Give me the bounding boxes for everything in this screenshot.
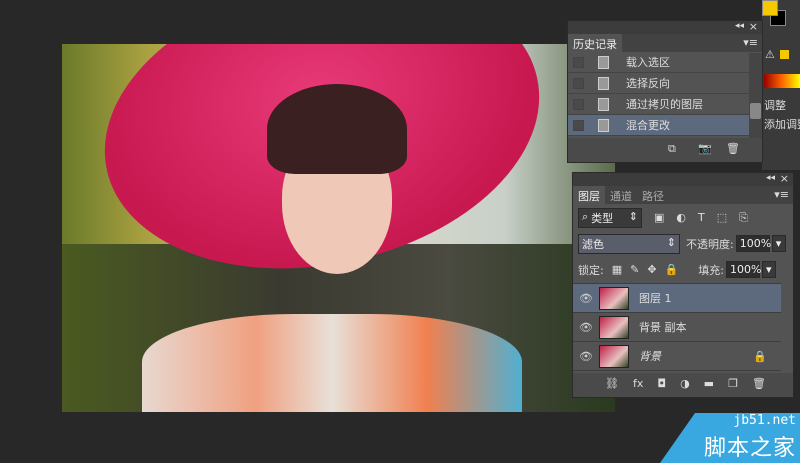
filter-pixel-icon[interactable]: ▣ bbox=[654, 211, 664, 224]
panel-header: ◂◂ × bbox=[573, 172, 793, 186]
warning-icon: ⚠ bbox=[765, 48, 775, 61]
close-icon[interactable]: × bbox=[749, 20, 758, 33]
folder-icon[interactable]: ▬ bbox=[704, 377, 714, 397]
fill-dropdown[interactable]: ▾ bbox=[761, 261, 776, 278]
foreground-color-swatch[interactable] bbox=[762, 0, 778, 16]
lock-all-icon[interactable]: 🔒 bbox=[665, 263, 679, 276]
history-scrollbar[interactable] bbox=[749, 53, 762, 138]
lock-position-icon[interactable]: ✥ bbox=[647, 263, 656, 276]
history-panel: ◂◂ × 历史记录 ▾≡ 载入选区 选择反向 通过拷贝的图层 混合更改 ⧉ 📷 🗑 bbox=[567, 20, 763, 163]
lock-brush-icon[interactable]: ✎ bbox=[630, 263, 639, 276]
eye-icon[interactable]: 👁 bbox=[573, 350, 599, 363]
right-dock: ⚠ 调整 添加调整 bbox=[762, 0, 800, 170]
document-icon bbox=[598, 118, 609, 132]
adjustment-layer-icon[interactable]: ◑ bbox=[680, 377, 690, 397]
color-ramp[interactable] bbox=[764, 74, 800, 88]
fill-label: 填充: bbox=[698, 263, 724, 277]
snapshot-checkbox[interactable] bbox=[573, 98, 584, 110]
link-icon[interactable]: ⛓ bbox=[605, 377, 619, 397]
filter-shape-icon[interactable]: ⬚ bbox=[717, 211, 727, 224]
layer-row[interactable]: 👁 背景 副本 bbox=[573, 313, 781, 342]
snapshot-checkbox[interactable] bbox=[573, 119, 584, 131]
snapshot-checkbox[interactable] bbox=[573, 56, 584, 68]
layer-row[interactable]: 👁 图层 1 bbox=[573, 284, 781, 313]
filter-smart-object-icon[interactable]: ⎘ bbox=[739, 211, 748, 225]
layer-filter-select[interactable]: ⌕ 类型 ⇕ bbox=[578, 207, 642, 228]
fill-input[interactable]: 100% bbox=[725, 261, 761, 278]
document-canvas[interactable] bbox=[62, 44, 615, 412]
tab-layers[interactable]: 图层 bbox=[573, 186, 605, 204]
panel-header: ◂◂ × bbox=[568, 20, 762, 34]
panel-menu-icon[interactable]: ▾≡ bbox=[774, 188, 789, 201]
lock-icon: 🔒 bbox=[753, 349, 767, 363]
layer-list: 👁 图层 1 👁 背景 副本 👁 背景 🔒 bbox=[573, 283, 781, 371]
layer-thumbnail bbox=[599, 286, 629, 310]
collapse-icon[interactable]: ◂◂ bbox=[766, 173, 775, 183]
gamut-swatch[interactable] bbox=[780, 50, 789, 59]
watermark: jb51.net 脚本之家 bbox=[660, 413, 800, 463]
history-list: 载入选区 选择反向 通过拷贝的图层 混合更改 bbox=[568, 52, 749, 136]
layer-row[interactable]: 👁 背景 🔒 bbox=[573, 342, 781, 371]
new-document-from-state-icon[interactable]: ⧉ bbox=[668, 142, 676, 156]
eye-icon[interactable]: 👁 bbox=[573, 292, 599, 305]
watermark-domain: jb51.net bbox=[733, 413, 796, 428]
opacity-input[interactable]: 100% bbox=[735, 235, 771, 252]
filter-type-icon[interactable]: T bbox=[698, 211, 705, 224]
layer-thumbnail bbox=[599, 344, 629, 368]
opacity-label: 不透明度: bbox=[686, 237, 734, 251]
close-icon[interactable]: × bbox=[780, 172, 789, 185]
fx-icon[interactable]: fx bbox=[633, 377, 643, 397]
camera-icon[interactable]: 📷 bbox=[698, 142, 712, 155]
history-item[interactable]: 通过拷贝的图层 bbox=[568, 94, 749, 115]
trash-icon[interactable]: 🗑 bbox=[726, 142, 740, 155]
opacity-dropdown[interactable]: ▾ bbox=[771, 235, 786, 252]
document-icon bbox=[598, 55, 609, 69]
adjustments-add-label: 添加调整 bbox=[764, 118, 800, 131]
snapshot-checkbox[interactable] bbox=[573, 77, 584, 89]
mask-icon[interactable]: ◘ bbox=[657, 377, 666, 397]
dress bbox=[142, 314, 522, 412]
history-footer: ⧉ 📷 🗑 bbox=[568, 138, 762, 162]
hair bbox=[267, 84, 407, 174]
history-item[interactable]: 混合更改 bbox=[568, 115, 749, 136]
tab-paths[interactable]: 路径 bbox=[637, 186, 669, 204]
lock-transparent-icon[interactable]: ▦ bbox=[612, 263, 622, 276]
collapse-icon[interactable]: ◂◂ bbox=[735, 21, 744, 31]
filter-adjustment-icon[interactable]: ◐ bbox=[676, 211, 686, 224]
layer-thumbnail bbox=[599, 315, 629, 339]
layers-panel: ◂◂ × 图层 通道 路径 ▾≡ ⌕ 类型 ⇕ ▣ ◐ T ⬚ ⎘ 滤色 ⇕ 不透明度:… bbox=[572, 172, 794, 398]
history-item[interactable]: 载入选区 bbox=[568, 52, 749, 73]
tab-adjustments[interactable]: 调整 bbox=[764, 97, 786, 113]
eye-icon[interactable]: 👁 bbox=[573, 321, 599, 334]
new-layer-icon[interactable]: ❐ bbox=[728, 377, 738, 397]
tab-channels[interactable]: 通道 bbox=[605, 186, 637, 204]
lock-label: 锁定: bbox=[578, 263, 604, 277]
panel-menu-icon[interactable]: ▾≡ bbox=[743, 36, 758, 49]
blend-mode-select[interactable]: 滤色 ⇕ bbox=[578, 233, 680, 254]
history-item[interactable]: 选择反向 bbox=[568, 73, 749, 94]
document-icon bbox=[598, 97, 609, 111]
tab-history[interactable]: 历史记录 bbox=[568, 34, 622, 52]
watermark-name: 脚本之家 bbox=[703, 436, 796, 461]
layers-footer: ⛓ fx ◘ ◑ ▬ ❐ 🗑 bbox=[573, 373, 793, 397]
document-icon bbox=[598, 76, 609, 90]
trash-icon[interactable]: 🗑 bbox=[752, 377, 766, 397]
